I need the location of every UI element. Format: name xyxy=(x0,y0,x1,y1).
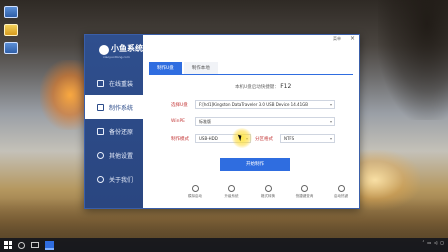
tool-hotkey-query[interactable]: 快捷键查询 xyxy=(293,185,317,199)
sidebar-item-label: 关于我们 xyxy=(109,176,134,184)
close-icon[interactable]: × xyxy=(350,35,355,42)
sidebar-item-label: 其他设置 xyxy=(109,152,134,160)
sidebar-nav: 在线重装 制作系统 备份还原 其他设置 关于我们 xyxy=(85,71,143,191)
notification-icon[interactable]: ▢ xyxy=(440,240,444,245)
tab-underline xyxy=(149,74,353,75)
taskbar: ˄ ▭ ◁ ▢ xyxy=(0,238,448,252)
tool-simulate-boot[interactable]: 模拟启动 xyxy=(183,185,207,199)
sidebar-item-label: 制作系统 xyxy=(109,104,134,112)
winpe-select[interactable]: 标准版 ▾ xyxy=(195,117,335,126)
recycle-bin-icon[interactable] xyxy=(4,42,18,54)
tab-make-local[interactable]: 制作本地 xyxy=(183,62,218,74)
usb-label: 选择U盘 xyxy=(171,103,188,108)
folder-icon[interactable] xyxy=(4,24,18,36)
sidebar-item-about[interactable]: 关于我们 xyxy=(85,167,143,191)
xiaoyu-system-window: 小鱼系统 xiaoyuxitong.com 在线重装 制作系统 备份还原 其他设… xyxy=(84,34,360,209)
boot-key-hint: 本机U盘启动快捷键： F12 xyxy=(235,83,291,90)
tool-label: 快捷键查询 xyxy=(295,194,314,198)
network-icon[interactable]: ▭ xyxy=(427,240,431,245)
info-icon xyxy=(97,175,104,183)
tab-make-usb[interactable]: 制作U盘 xyxy=(149,62,182,74)
search-icon xyxy=(301,185,308,192)
tool-upgrade-system[interactable]: 升级系统 xyxy=(220,185,244,199)
chevron-down-icon: ▾ xyxy=(329,119,332,124)
sidebar-item-make-system[interactable]: 制作系统 xyxy=(85,95,143,119)
xiaoyu-taskbar-app-icon[interactable] xyxy=(45,240,54,250)
app-logo: 小鱼系统 xiaoyuxitong.com xyxy=(99,43,143,63)
usb-device-value: F:[hd1]Kingston DataTraveler 3.0 USB Dev… xyxy=(199,102,308,107)
boot-key-value: F12 xyxy=(280,83,292,90)
task-view-icon[interactable] xyxy=(31,242,39,248)
sidebar-item-other-settings[interactable]: 其他设置 xyxy=(85,143,143,167)
system-tray: ˄ ▭ ◁ ▢ xyxy=(419,240,444,245)
mode-value: USB-HDD xyxy=(199,136,218,141)
desktop-icons xyxy=(4,6,18,60)
chevron-down-icon: ▾ xyxy=(329,136,332,141)
boot-key-hint-text: 本机U盘启动快捷键： xyxy=(235,85,279,90)
monitor-icon xyxy=(97,79,104,87)
sidebar-item-backup-restore[interactable]: 备份还原 xyxy=(85,119,143,143)
wallpaper-tree xyxy=(378,0,448,120)
upgrade-icon xyxy=(228,185,235,192)
keyboard-icon xyxy=(337,185,345,192)
volume-icon[interactable]: ◁ xyxy=(434,240,437,245)
tool-format-convert[interactable]: 格式转换 xyxy=(256,185,280,199)
usb-icon xyxy=(97,103,104,111)
chevron-up-icon[interactable]: ˄ xyxy=(422,240,424,245)
fs-select[interactable]: NTFS ▾ xyxy=(280,134,335,143)
start-make-button[interactable]: 开始制作 xyxy=(220,158,290,171)
sidebar-item-label: 在线重装 xyxy=(109,80,134,88)
backup-icon xyxy=(97,127,104,135)
sidebar: 小鱼系统 xiaoyuxitong.com 在线重装 制作系统 备份还原 其他设… xyxy=(85,35,143,208)
convert-icon xyxy=(264,185,272,192)
tool-label: 格式转换 xyxy=(261,194,275,198)
windows-start-icon[interactable] xyxy=(4,241,12,249)
search-icon[interactable] xyxy=(18,241,25,249)
sidebar-item-label: 备份还原 xyxy=(109,128,134,136)
tool-boot-hotkey[interactable]: 启动热键 xyxy=(329,185,353,199)
mode-label: 制作模式 xyxy=(171,137,189,142)
menu-button[interactable]: 菜单 xyxy=(333,36,341,42)
fs-value: NTFS xyxy=(284,136,295,141)
brand-title: 小鱼系统 xyxy=(111,44,143,53)
usb-device-select[interactable]: F:[hd1]Kingston DataTraveler 3.0 USB Dev… xyxy=(195,100,335,109)
title-bar: 菜单 × xyxy=(143,35,359,45)
sidebar-item-online-reinstall[interactable]: 在线重装 xyxy=(85,71,143,95)
fs-label: 分区格式 xyxy=(255,137,273,142)
settings-icon xyxy=(97,151,104,159)
winpe-label: WinPE xyxy=(171,119,186,124)
chevron-down-icon: ▾ xyxy=(329,102,332,107)
winpe-value: 标准版 xyxy=(199,119,211,124)
tool-label: 升级系统 xyxy=(224,194,239,198)
tool-bar: 模拟启动 升级系统 格式转换 快捷键查询 启动热键 xyxy=(183,185,353,199)
fish-logo-icon xyxy=(99,45,109,55)
brand-url: xiaoyuxitong.com xyxy=(103,55,130,59)
tab-bar: 制作U盘 制作本地 xyxy=(149,62,220,74)
play-icon xyxy=(191,185,199,192)
tool-label: 启动热键 xyxy=(334,194,348,198)
this-pc-icon[interactable] xyxy=(4,6,18,18)
tool-label: 模拟启动 xyxy=(188,194,202,198)
